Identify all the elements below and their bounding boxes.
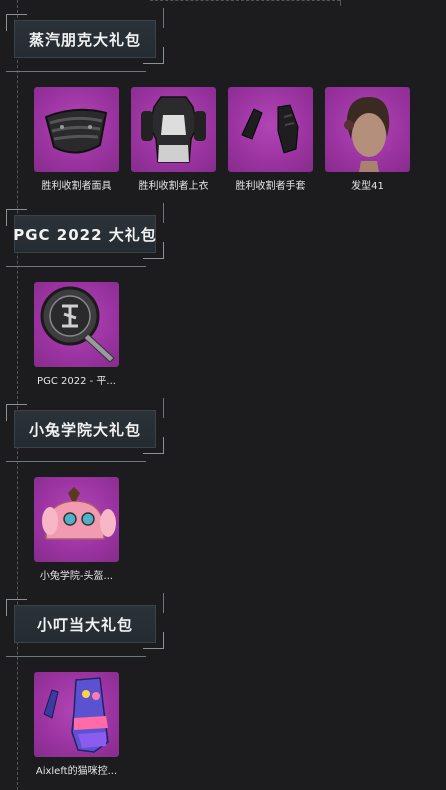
bundle-banner: 小兔学院大礼包 bbox=[6, 398, 164, 462]
timeline-top-connector bbox=[150, 0, 340, 1]
bundle-item[interactable]: 胜利收割者上衣 bbox=[131, 87, 216, 192]
timeline-line bbox=[17, 0, 18, 790]
timeline-top-corner bbox=[340, 0, 341, 6]
item-name: PGC 2022 - 平... bbox=[37, 376, 116, 387]
item-name: 胜利收割者面具 bbox=[41, 181, 112, 192]
bundle-banner: 蒸汽朋克大礼包 bbox=[6, 8, 164, 72]
armor-top-icon bbox=[131, 87, 216, 172]
bundle-item[interactable]: 发型41 bbox=[325, 87, 410, 192]
bundle-item[interactable]: 胜利收割者面具 bbox=[34, 87, 119, 192]
item-name: 胜利收割者上衣 bbox=[138, 181, 209, 192]
bundle-item[interactable]: PGC 2022 - 平... bbox=[34, 282, 119, 387]
hairstyle-icon bbox=[325, 87, 410, 172]
item-name: 发型41 bbox=[351, 181, 384, 192]
item-name: Aixleft的猫咪控... bbox=[35, 766, 118, 777]
bundle-banner: 小叮当大礼包 bbox=[6, 593, 164, 657]
bunny-helmet-icon bbox=[34, 477, 119, 562]
cat-glove-icon bbox=[34, 672, 119, 757]
item-name: 胜利收割者手套 bbox=[235, 181, 306, 192]
mask-icon bbox=[34, 87, 119, 172]
bundle-item[interactable]: Aixleft的猫咪控... bbox=[34, 672, 119, 777]
gloves-icon bbox=[228, 87, 313, 172]
item-name: 小兔学院-头盔... bbox=[39, 571, 114, 582]
bundle-title: PGC 2022 大礼包 bbox=[13, 225, 157, 244]
bundle-item[interactable]: 胜利收割者手套 bbox=[228, 87, 313, 192]
bundle-title: 小叮当大礼包 bbox=[36, 615, 133, 634]
bundle-title: 蒸汽朋克大礼包 bbox=[28, 30, 141, 49]
bundle-item[interactable]: 小兔学院-头盔... bbox=[34, 477, 119, 582]
bundle-banner: PGC 2022 大礼包 bbox=[6, 203, 164, 267]
bundle-title: 小兔学院大礼包 bbox=[28, 420, 141, 439]
pan-icon bbox=[34, 282, 119, 367]
